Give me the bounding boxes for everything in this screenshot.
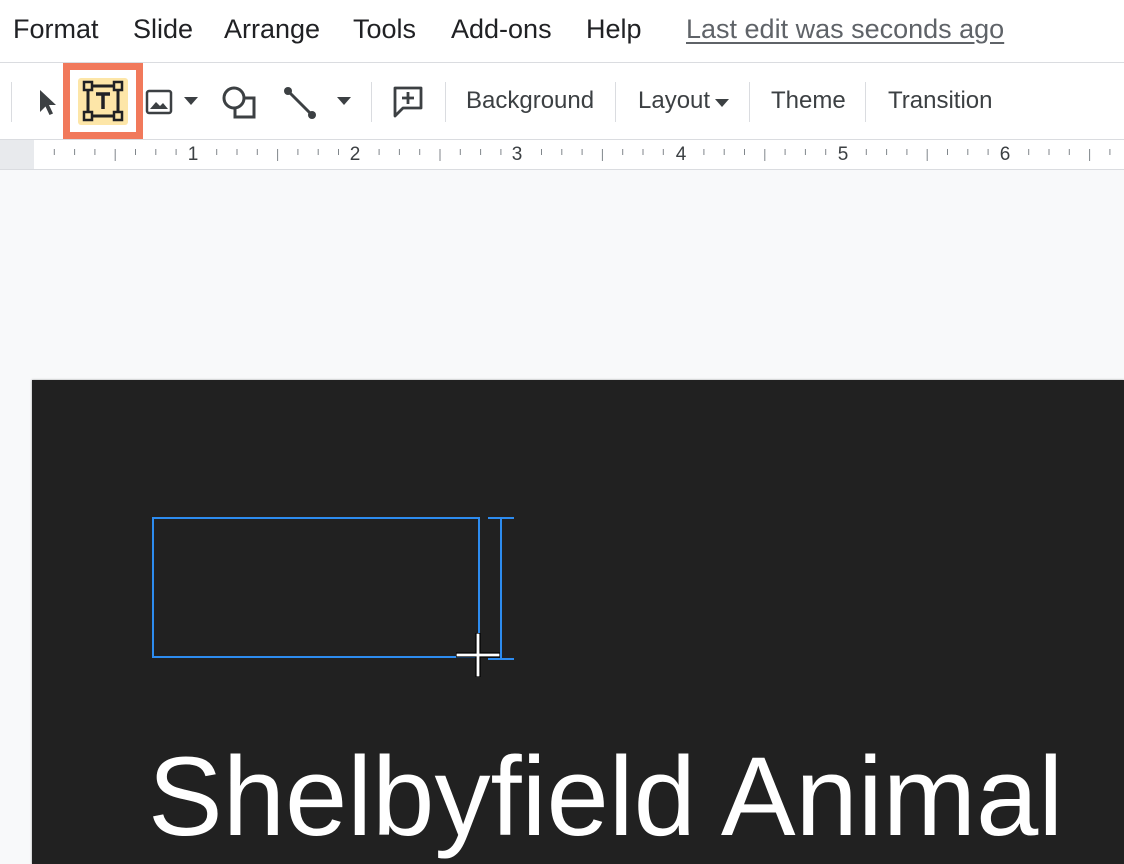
toolbar-divider — [11, 82, 12, 122]
menu-tools[interactable]: Tools — [353, 14, 416, 45]
ruler-number: 4 — [675, 144, 687, 165]
select-tool-button[interactable] — [36, 87, 62, 117]
insert-image-button[interactable] — [144, 87, 174, 117]
toolbar: Background Layout Theme Transition — [0, 63, 1124, 140]
toolbar-divider — [615, 82, 616, 122]
menu-format[interactable]: Format — [13, 14, 99, 45]
text-box-tool-highlight[interactable] — [63, 63, 143, 139]
text-box-tool-button[interactable] — [78, 78, 128, 125]
layout-button[interactable]: Layout — [638, 87, 710, 115]
menu-bar: Format Slide Arrange Tools Add-ons Help … — [0, 0, 1124, 63]
toolbar-divider — [865, 82, 866, 122]
slide-title-text[interactable]: Shelbyfield Animal — [148, 732, 1063, 861]
transition-button[interactable]: Transition — [888, 87, 992, 115]
line-dropdown-button[interactable] — [335, 95, 353, 107]
crosshair-cursor-icon — [456, 633, 500, 677]
cursor-arrow-icon — [40, 90, 56, 115]
slide-canvas[interactable]: Shelbyfield Animal — [0, 170, 1124, 864]
chevron-down-icon — [337, 97, 351, 105]
ruler-number: 6 — [999, 144, 1011, 165]
last-edit-link[interactable]: Last edit was seconds ago — [686, 14, 1004, 45]
add-comment-button[interactable] — [392, 85, 424, 119]
theme-button[interactable]: Theme — [771, 87, 846, 115]
toolbar-divider — [445, 82, 446, 122]
toolbar-divider — [371, 82, 372, 122]
text-box-icon — [82, 80, 124, 122]
line-icon — [284, 87, 316, 119]
ruler-number: 5 — [837, 144, 849, 165]
chevron-down-icon — [715, 99, 729, 107]
menu-add-ons[interactable]: Add-ons — [451, 14, 552, 45]
menu-arrange[interactable]: Arrange — [224, 14, 320, 45]
layout-dropdown-arrow[interactable] — [714, 98, 730, 108]
toolbar-divider — [749, 82, 750, 122]
slide[interactable]: Shelbyfield Animal — [32, 380, 1124, 864]
ruler-ticks — [53, 149, 1111, 161]
chevron-down-icon — [184, 97, 198, 105]
image-dropdown-button[interactable] — [182, 95, 200, 107]
background-button[interactable]: Background — [466, 87, 594, 115]
horizontal-ruler[interactable]: 1 2 3 4 5 6 — [0, 140, 1124, 170]
ruler-number: 2 — [349, 144, 361, 165]
ruler-number: 1 — [187, 144, 199, 165]
add-comment-icon — [393, 86, 423, 118]
image-icon — [145, 89, 173, 115]
text-box-drawing-outline[interactable] — [152, 517, 480, 658]
insert-line-button[interactable] — [282, 85, 318, 121]
menu-help[interactable]: Help — [586, 14, 642, 45]
menu-slide[interactable]: Slide — [133, 14, 193, 45]
ruler-number: 3 — [511, 144, 523, 165]
shape-icon — [222, 86, 256, 119]
insert-shape-button[interactable] — [220, 85, 258, 121]
